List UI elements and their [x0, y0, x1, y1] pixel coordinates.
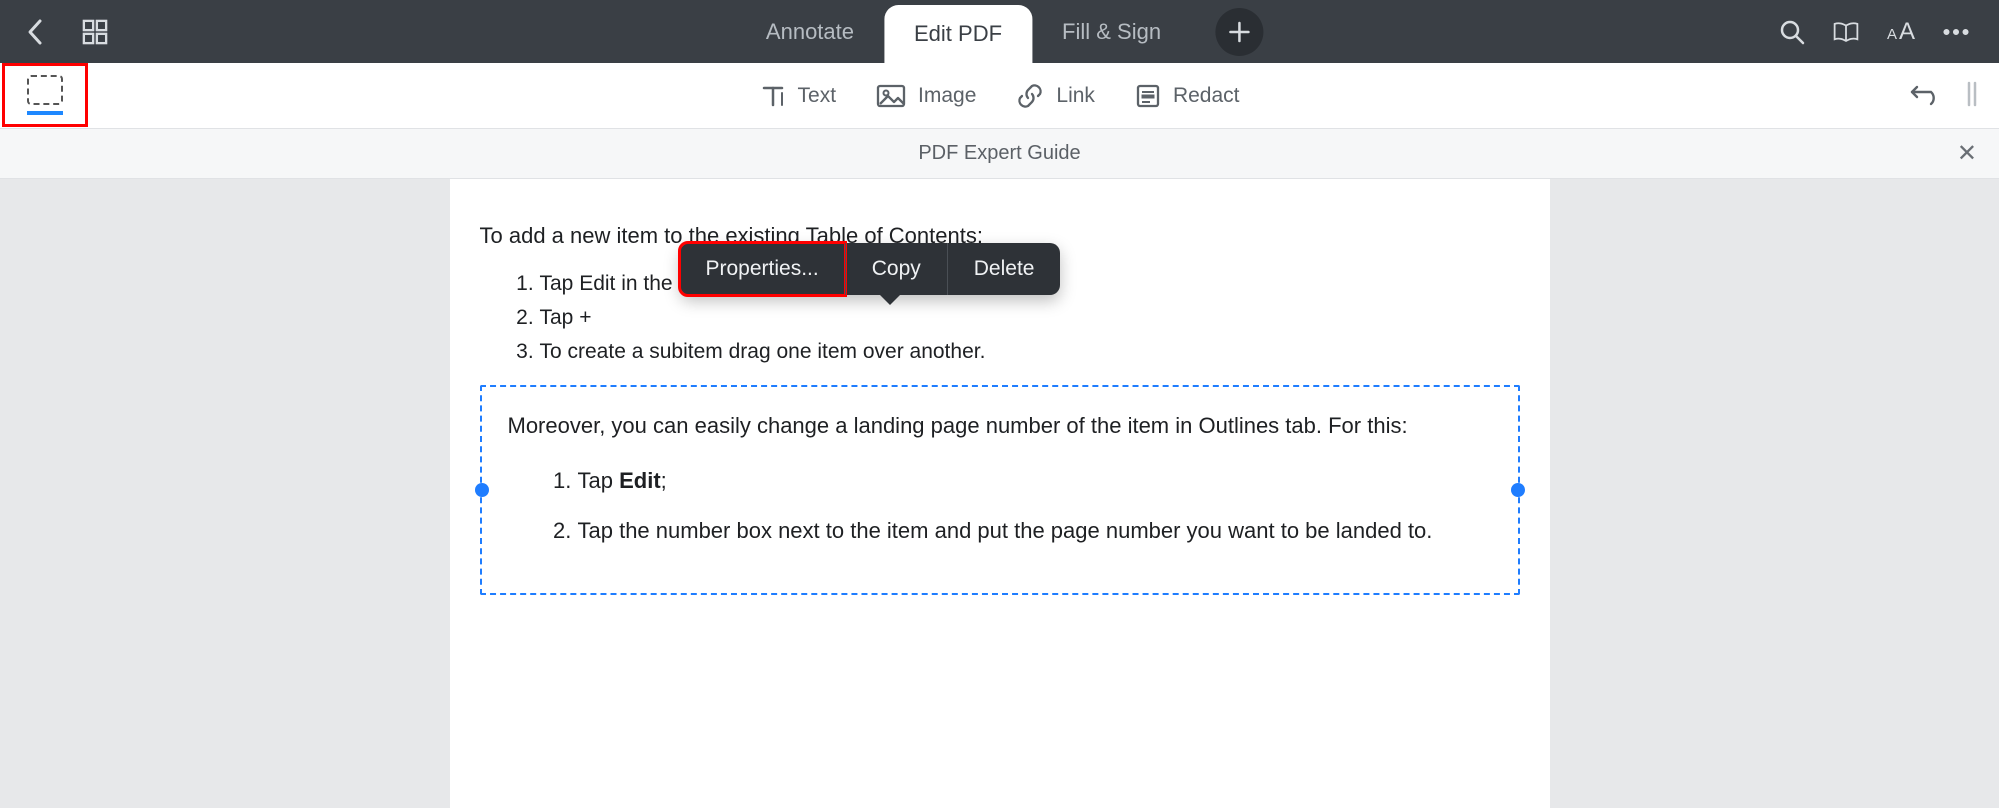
tab-fill-sign[interactable]: Fill & Sign [1032, 0, 1191, 63]
book-view-icon[interactable] [1833, 19, 1859, 45]
tool-link-label: Link [1056, 84, 1095, 108]
selection-handle-left[interactable] [475, 483, 489, 497]
search-icon[interactable] [1779, 19, 1805, 45]
grid-view-icon[interactable] [82, 19, 108, 45]
selection-tool-button[interactable] [2, 63, 88, 127]
marquee-icon [27, 75, 63, 105]
tool-image[interactable]: Image [876, 84, 976, 108]
tab-annotate[interactable]: Annotate [736, 0, 884, 63]
tool-link[interactable]: Link [1016, 82, 1095, 110]
text-size-icon[interactable]: AA [1887, 18, 1915, 46]
add-button[interactable] [1215, 8, 1263, 56]
back-icon[interactable] [22, 19, 48, 45]
document-titlebar: PDF Expert Guide ✕ [0, 129, 1999, 179]
workspace: To add a new item to the existing Table … [0, 179, 1999, 808]
selection-handle-right[interactable] [1511, 483, 1525, 497]
selected-text-block[interactable]: Moreover, you can easily change a landin… [480, 385, 1520, 595]
tool-redact[interactable]: Redact [1135, 83, 1240, 109]
context-menu-delete[interactable]: Delete [947, 243, 1061, 295]
tool-redact-label: Redact [1173, 84, 1240, 108]
selected-step-2: Tap the number box next to the item and … [578, 513, 1492, 549]
close-document-icon[interactable]: ✕ [1957, 139, 1977, 168]
tool-text-label: Text [798, 84, 837, 108]
selected-steps-list: Tap Edit; Tap the number box next to the… [508, 463, 1492, 549]
top-navbar: Annotate Edit PDF Fill & Sign AA [0, 0, 1999, 63]
redo-drag-icon[interactable] [1965, 80, 1979, 113]
edit-toolbar: Text Image Link Redact [0, 63, 1999, 129]
context-menu-properties[interactable]: Properties... [680, 243, 845, 295]
tab-edit-pdf[interactable]: Edit PDF [884, 5, 1032, 63]
pdf-page[interactable]: To add a new item to the existing Table … [450, 179, 1550, 808]
step-2: Tap + [540, 301, 1520, 335]
selected-step-1: Tap Edit; [578, 463, 1492, 499]
context-menu: Properties... Copy Delete [680, 243, 1061, 295]
mode-tabs: Annotate Edit PDF Fill & Sign [736, 0, 1263, 63]
context-menu-copy[interactable]: Copy [845, 243, 947, 295]
tool-image-label: Image [918, 84, 976, 108]
more-icon[interactable] [1943, 19, 1969, 45]
undo-icon[interactable] [1909, 81, 1943, 112]
tool-text[interactable]: Text [760, 83, 837, 109]
step-3: To create a subitem drag one item over a… [540, 335, 1520, 369]
selected-paragraph: Moreover, you can easily change a landin… [508, 409, 1492, 443]
document-title: PDF Expert Guide [918, 142, 1080, 165]
